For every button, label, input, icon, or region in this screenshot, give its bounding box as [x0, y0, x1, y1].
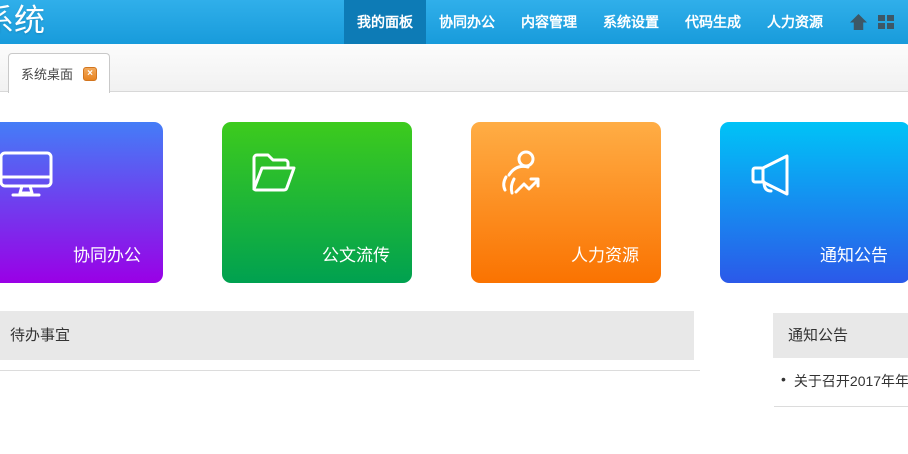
- shortcut-tile-row: 协同办公 公文流传 人力资源: [0, 122, 908, 283]
- tile-label: 协同办公: [73, 241, 141, 266]
- notices-panel-heading: 通知公告: [773, 313, 908, 358]
- app-window: 系统 我的面板 协同办公 内容管理 系统设置 代码生成 人力资源: [0, 0, 908, 454]
- app-logo-title[interactable]: 系统: [0, 0, 45, 44]
- tile-document-flow[interactable]: 公文流传: [222, 122, 412, 283]
- bullet-icon: •: [781, 371, 786, 391]
- nav-item-collaboration[interactable]: 协同办公: [426, 0, 508, 44]
- nav-item-code-generation[interactable]: 代码生成: [672, 0, 754, 44]
- todo-panel-heading: 待办事宜: [0, 311, 694, 360]
- home-icon[interactable]: [844, 0, 872, 44]
- tile-label: 公文流传: [322, 241, 390, 266]
- tile-label: 人力资源: [571, 241, 639, 266]
- grid-icon[interactable]: [872, 0, 900, 44]
- nav-item-my-dashboard[interactable]: 我的面板: [344, 0, 426, 44]
- tab-close-icon[interactable]: ×: [83, 67, 97, 81]
- notices-panel-divider: [774, 406, 908, 407]
- tab-label: 系统桌面: [21, 64, 73, 83]
- tile-human-resources[interactable]: 人力资源: [471, 122, 661, 283]
- tile-label: 通知公告: [820, 241, 888, 266]
- notice-list-item[interactable]: • 关于召开2017年年: [781, 371, 908, 391]
- main-menu: 我的面板 协同办公 内容管理 系统设置 代码生成 人力资源: [344, 0, 836, 44]
- top-navbar: 系统 我的面板 协同办公 内容管理 系统设置 代码生成 人力资源: [0, 0, 908, 44]
- person-growth-icon: [495, 146, 553, 204]
- notice-item-text: 关于召开2017年年: [794, 371, 908, 391]
- navbar-icon-group: [836, 0, 908, 44]
- tab-bar: 系统桌面 ×: [0, 44, 908, 92]
- tile-notice-announcements[interactable]: 通知公告: [720, 122, 908, 283]
- todo-panel-divider: [0, 370, 700, 371]
- tab-system-desktop[interactable]: 系统桌面 ×: [8, 53, 110, 93]
- nav-item-human-resources[interactable]: 人力资源: [754, 0, 836, 44]
- nav-item-system-settings[interactable]: 系统设置: [590, 0, 672, 44]
- megaphone-icon: [744, 146, 802, 204]
- tile-collaboration[interactable]: 协同办公: [0, 122, 163, 283]
- monitor-icon: [0, 146, 55, 204]
- folder-open-icon: [246, 146, 304, 204]
- nav-item-content-management[interactable]: 内容管理: [508, 0, 590, 44]
